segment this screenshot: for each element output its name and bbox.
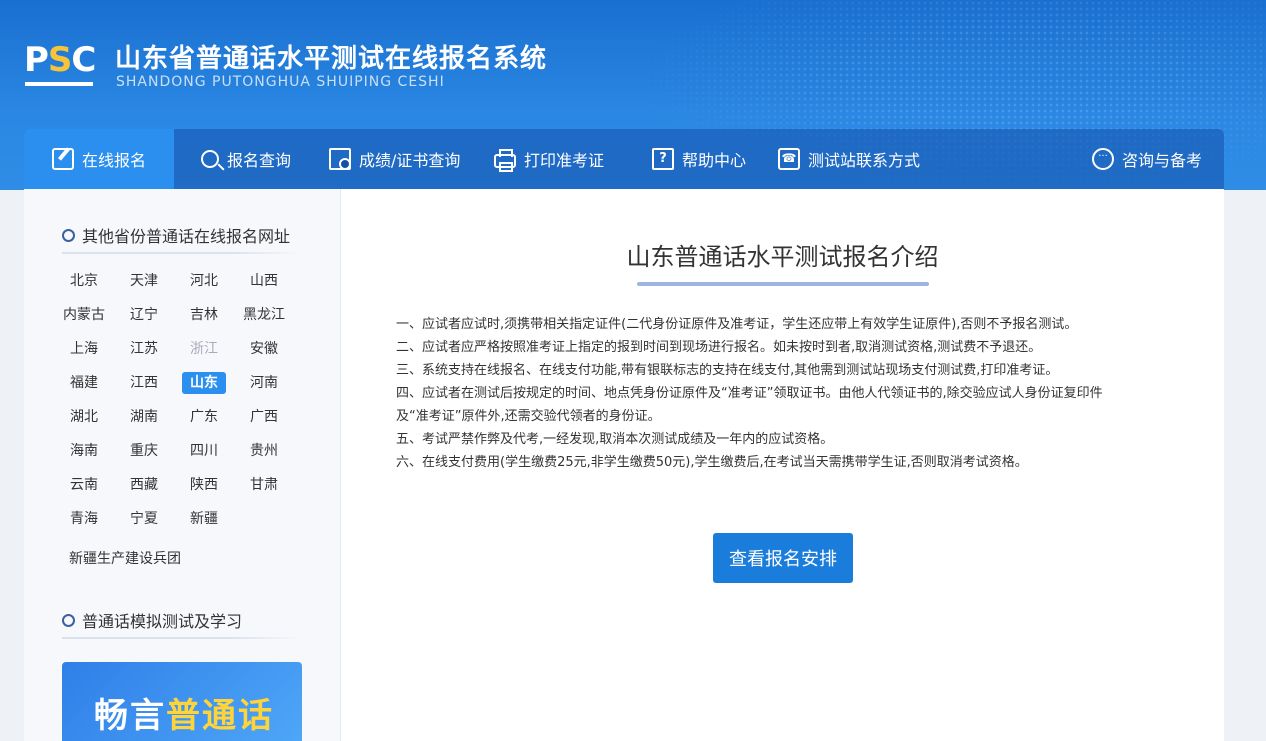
- province-link[interactable]: 甘肃: [242, 474, 286, 496]
- province-link[interactable]: 吉林: [182, 304, 226, 326]
- main-content: 山东普通话水平测试报名介绍 一、应试者应试时,须携带相关指定证件(二代身份证原件…: [341, 189, 1224, 741]
- province-link[interactable]: 湖北: [62, 406, 106, 428]
- nav-consult-prepare[interactable]: ··· 咨询与备考: [1092, 129, 1202, 189]
- province-link[interactable]: 云南: [62, 474, 106, 496]
- nav-registration-query[interactable]: 报名查询: [201, 129, 291, 189]
- site-subtitle: SHANDONG PUTONGHUA SHUIPING CESHI: [116, 74, 445, 90]
- province-link[interactable]: 天津: [122, 270, 166, 292]
- rule-item: 三、系统支持在线报名、在线支付功能,带有银联标志的支持在线支付,其他需到测试站现…: [396, 363, 1059, 378]
- chat-icon: ···: [1092, 148, 1114, 170]
- nav-online-registration[interactable]: 在线报名: [24, 129, 174, 189]
- promo-text-part1: 畅言: [94, 696, 166, 736]
- site-header: PSC 山东省普通话水平测试在线报名系统 SHANDONG PUTONGHUA …: [0, 0, 1266, 190]
- rule-item: 六、在线支付费用(学生缴费25元,非学生缴费50元),学生缴费后,在考试当天需携…: [396, 455, 1028, 470]
- view-registration-schedule-button[interactable]: 查看报名安排: [713, 533, 853, 583]
- province-link[interactable]: 新疆: [182, 508, 226, 530]
- nav-help-center[interactable]: ? 帮助中心: [652, 129, 746, 189]
- province-link[interactable]: 上海: [62, 338, 106, 360]
- psc-logo[interactable]: PSC: [24, 40, 96, 90]
- province-link[interactable]: 青海: [62, 508, 106, 530]
- document-search-icon: [329, 148, 351, 170]
- province-link[interactable]: 浙江: [182, 338, 226, 360]
- province-link[interactable]: 广西: [242, 406, 286, 428]
- heading-divider: [62, 252, 302, 254]
- rule-item: 二、应试者应严格按照准考证上指定的报到时间到现场进行报名。如未按时到者,取消测试…: [396, 340, 1042, 355]
- province-link[interactable]: 内蒙古: [62, 304, 106, 326]
- search-icon: [201, 150, 219, 168]
- printer-icon: [494, 149, 516, 172]
- province-link[interactable]: 河南: [242, 372, 286, 394]
- province-link[interactable]: 安徽: [242, 338, 286, 360]
- province-link[interactable]: 四川: [182, 440, 226, 462]
- left-sidebar: 其他省份普通话在线报名网址 北京 天津 河北 山西内蒙古 辽宁 吉林 黑龙江上海 江苏 浙江 安徽…: [24, 189, 341, 741]
- province-link[interactable]: 山东: [182, 372, 226, 394]
- logo-book-icon: [25, 82, 93, 86]
- main-nav: 在线报名 报名查询 成绩/证书查询 打印准考证 ? 帮助中心 ☎ 测试站联系方式…: [24, 129, 1224, 189]
- rule-item: 一、应试者应试时,须携带相关指定证件(二代身份证原件及准考证，学生还应带上有效学…: [396, 317, 1078, 332]
- page-title: 山东普通话水平测试报名介绍: [626, 243, 939, 271]
- province-link[interactable]: 陕西: [182, 474, 226, 496]
- registration-rules: 一、应试者应试时,须携带相关指定证件(二代身份证原件及准考证，学生还应带上有效学…: [396, 313, 1176, 474]
- title-underline: [637, 282, 929, 286]
- province-link[interactable]: 辽宁: [122, 304, 166, 326]
- province-link[interactable]: 重庆: [122, 440, 166, 462]
- help-icon: ?: [652, 148, 674, 170]
- province-link[interactable]: 广东: [182, 406, 226, 428]
- provinces-heading: 其他省份普通话在线报名网址: [62, 220, 290, 250]
- rule-item: 及“准考证”原件外,还需交验代领者的身份证。: [396, 409, 661, 424]
- nav-test-station-contacts[interactable]: ☎ 测试站联系方式: [778, 129, 920, 189]
- edit-icon: [52, 148, 74, 170]
- rule-item: 五、考试严禁作弊及代考,一经发现,取消本次测试成绩及一年内的应试资格。: [396, 432, 834, 447]
- nav-print-admission-ticket[interactable]: 打印准考证: [494, 129, 604, 189]
- nav-score-certificate-query[interactable]: 成绩/证书查询: [329, 129, 460, 189]
- province-link[interactable]: 湖南: [122, 406, 166, 428]
- circle-bullet-icon: [62, 613, 75, 627]
- province-link[interactable]: 海南: [62, 440, 106, 462]
- province-link[interactable]: 西藏: [122, 474, 166, 496]
- promo-text-part2: 普通话: [166, 696, 274, 736]
- province-link[interactable]: 福建: [62, 372, 106, 394]
- province-link[interactable]: 北京: [62, 270, 106, 292]
- rule-item: 四、应试者在测试后按规定的时间、地点凭身份证原件及“准考证”领取证书。由他人代领…: [396, 386, 1103, 401]
- province-link[interactable]: 江西: [122, 372, 166, 394]
- circle-bullet-icon: [62, 228, 75, 242]
- province-link[interactable]: 贵州: [242, 440, 286, 462]
- changyan-putonghua-banner[interactable]: 畅言普通话: [62, 662, 302, 741]
- province-link-bingtuan[interactable]: 新疆生产建设兵团: [69, 548, 181, 568]
- study-heading: 普通话模拟测试及学习: [62, 605, 242, 635]
- province-link[interactable]: 黑龙江: [242, 304, 286, 326]
- province-link[interactable]: 山西: [242, 270, 286, 292]
- phone-icon: ☎: [778, 148, 800, 170]
- site-title: 山东省普通话水平测试在线报名系统: [115, 44, 548, 74]
- province-link[interactable]: 江苏: [122, 338, 166, 360]
- province-link[interactable]: 河北: [182, 270, 226, 292]
- province-link[interactable]: 宁夏: [122, 508, 166, 530]
- heading-divider: [62, 637, 302, 639]
